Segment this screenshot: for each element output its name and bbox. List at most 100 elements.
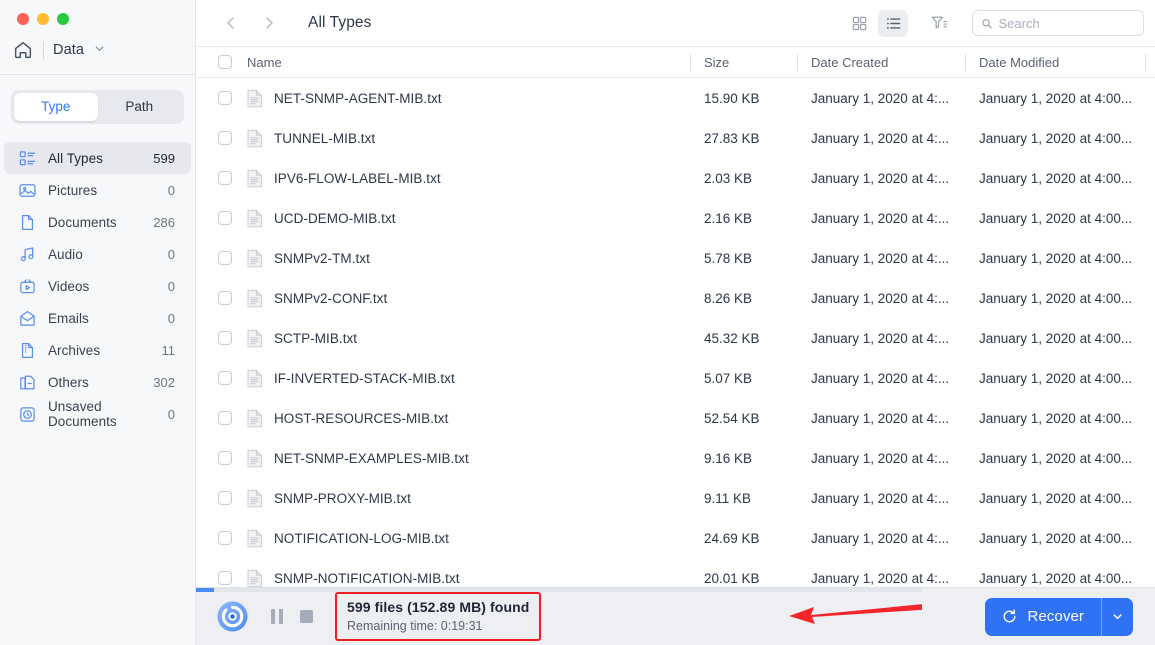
sidebar-item-documents[interactable]: Documents 286: [4, 206, 191, 238]
view-mode-segmented-control: Type Path: [11, 90, 184, 124]
file-size-cell: 9.11 KB: [704, 490, 752, 506]
row-checkbox[interactable]: [218, 571, 232, 585]
file-name: SNMP-NOTIFICATION-MIB.txt: [274, 570, 460, 586]
date-created-cell: January 1, 2020 at 4:...: [811, 490, 950, 506]
row-checkbox[interactable]: [218, 411, 232, 425]
unsaved-document-icon: [18, 405, 37, 424]
tab-path[interactable]: Path: [98, 93, 182, 121]
file-name-cell: SNMPv2-TM.txt: [247, 249, 690, 268]
row-checkbox[interactable]: [218, 291, 232, 305]
audio-icon: [18, 245, 37, 264]
back-button[interactable]: [218, 10, 244, 36]
table-row[interactable]: SCTP-MIB.txt 45.32 KB January 1, 2020 at 4…: [196, 318, 1155, 358]
table-row[interactable]: HOST-RESOURCES-MIB.txt 52.54 KB January 1,…: [196, 398, 1155, 438]
text-file-icon: [247, 249, 262, 267]
row-checkbox[interactable]: [218, 131, 232, 145]
breadcrumb: Data: [0, 25, 195, 63]
file-size-cell: 27.83 KB: [704, 130, 760, 146]
sidebar-item-unsaved-documents[interactable]: Unsaved Documents 0: [4, 398, 191, 430]
table-row[interactable]: NET-SNMP-AGENT-MIB.txt 15.90 KB January 1,…: [196, 78, 1155, 118]
date-created-cell: January 1, 2020 at 4:...: [811, 330, 950, 346]
table-row[interactable]: UCD-DEMO-MIB.txt 2.16 KB January 1, 2020 a…: [196, 198, 1155, 238]
row-checkbox[interactable]: [218, 251, 232, 265]
date-created-cell: January 1, 2020 at 4:...: [811, 170, 950, 186]
date-created-cell: January 1, 2020 at 4:...: [811, 90, 950, 106]
row-checkbox[interactable]: [218, 211, 232, 225]
file-name-cell: TUNNEL-MIB.txt: [247, 129, 690, 148]
search-input[interactable]: [972, 10, 1144, 36]
table-row[interactable]: SNMPv2-TM.txt 5.78 KB January 1, 2020 at 4…: [196, 238, 1155, 278]
stop-icon[interactable]: [300, 610, 313, 623]
row-checkbox[interactable]: [218, 491, 232, 505]
row-checkbox[interactable]: [218, 331, 232, 345]
column-header-date-created[interactable]: Date Created: [797, 47, 965, 78]
date-created-cell: January 1, 2020 at 4:...: [811, 130, 950, 146]
recover-dropdown-button[interactable]: [1102, 598, 1133, 636]
recover-button-main[interactable]: Recover: [985, 598, 1101, 636]
date-created-cell: January 1, 2020 at 4:...: [811, 410, 950, 426]
sidebar-item-archives[interactable]: Archives 11: [4, 334, 191, 366]
tab-type[interactable]: Type: [14, 93, 98, 121]
home-icon[interactable]: [12, 39, 34, 61]
file-size-cell: 5.07 KB: [704, 370, 753, 386]
file-size-cell: 5.78 KB: [704, 250, 753, 266]
sidebar-item-all-types[interactable]: All Types 599: [4, 142, 191, 174]
date-created-cell: January 1, 2020 at 4:...: [811, 210, 950, 226]
sidebar-item-others[interactable]: Others 302: [4, 366, 191, 398]
maximize-window-button[interactable]: [57, 13, 69, 25]
filter-icon[interactable]: [924, 10, 954, 37]
file-name-cell: NOTIFICATION-LOG-MIB.txt: [247, 529, 690, 548]
select-all-checkbox[interactable]: [218, 55, 232, 69]
sidebar-divider: [0, 74, 195, 75]
table-row[interactable]: NOTIFICATION-LOG-MIB.txt 24.69 KB January …: [196, 518, 1155, 558]
row-checkbox[interactable]: [218, 531, 232, 545]
sidebar-item-audio[interactable]: Audio 0: [4, 238, 191, 270]
row-checkbox[interactable]: [218, 171, 232, 185]
table-row[interactable]: SNMP-PROXY-MIB.txt 9.11 KB January 1, 2020…: [196, 478, 1155, 518]
file-list[interactable]: NET-SNMP-AGENT-MIB.txt 15.90 KB January 1,…: [196, 78, 1155, 645]
list-view-icon[interactable]: [878, 9, 908, 37]
table-row[interactable]: NET-SNMP-EXAMPLES-MIB.txt 9.16 KB January …: [196, 438, 1155, 478]
email-icon: [18, 309, 37, 328]
minimize-window-button[interactable]: [37, 13, 49, 25]
sidebar-item-pictures[interactable]: Pictures 0: [4, 174, 191, 206]
sidebar-item-count: 286: [153, 214, 175, 230]
row-checkbox[interactable]: [218, 91, 232, 105]
row-checkbox[interactable]: [218, 451, 232, 465]
close-window-button[interactable]: [17, 13, 29, 25]
text-file-icon: [247, 329, 262, 347]
chevron-down-icon[interactable]: [94, 43, 105, 57]
table-row[interactable]: TUNNEL-MIB.txt 27.83 KB January 1, 2020 at…: [196, 118, 1155, 158]
table-row[interactable]: SNMPv2-CONF.txt 8.26 KB January 1, 2020 at…: [196, 278, 1155, 318]
text-file-icon: [247, 209, 262, 227]
column-divider: [690, 53, 691, 71]
sidebar-item-count: 0: [167, 278, 175, 294]
date-created-cell: January 1, 2020 at 4:...: [811, 570, 950, 586]
file-name-cell: IF-INVERTED-STACK-MIB.txt: [247, 369, 690, 388]
window-controls[interactable]: [0, 0, 195, 25]
search-field[interactable]: [998, 15, 1135, 31]
recover-button[interactable]: Recover: [985, 597, 1133, 636]
file-size-cell: 9.16 KB: [704, 450, 753, 466]
file-name-cell: NET-SNMP-EXAMPLES-MIB.txt: [247, 449, 690, 468]
sidebar-item-count: 0: [167, 182, 175, 198]
recover-button-label: Recover: [1027, 608, 1084, 625]
sidebar-item-videos[interactable]: Videos 0: [4, 270, 191, 302]
column-header-size[interactable]: Size: [690, 47, 797, 78]
document-icon: [18, 213, 37, 232]
table-header: Name Size Date Created Date Modified: [196, 47, 1155, 78]
pause-icon[interactable]: [271, 609, 283, 624]
scanning-disc-icon: [216, 600, 249, 633]
column-header-date-modified[interactable]: Date Modified: [965, 47, 1145, 78]
sidebar-item-label: Others: [48, 374, 89, 390]
table-row[interactable]: IPV6-FLOW-LABEL-MIB.txt 2.03 KB January 1,…: [196, 158, 1155, 198]
grid-view-icon[interactable]: [844, 10, 874, 37]
forward-button[interactable]: [256, 10, 282, 36]
video-icon: [18, 277, 37, 296]
table-row[interactable]: IF-INVERTED-STACK-MIB.txt 5.07 KB January …: [196, 358, 1155, 398]
file-name: NOTIFICATION-LOG-MIB.txt: [274, 530, 449, 546]
page-title: All Types: [308, 14, 372, 31]
column-header-name[interactable]: Name: [247, 47, 690, 78]
sidebar-item-emails[interactable]: Emails 0: [4, 302, 191, 334]
row-checkbox[interactable]: [218, 371, 232, 385]
